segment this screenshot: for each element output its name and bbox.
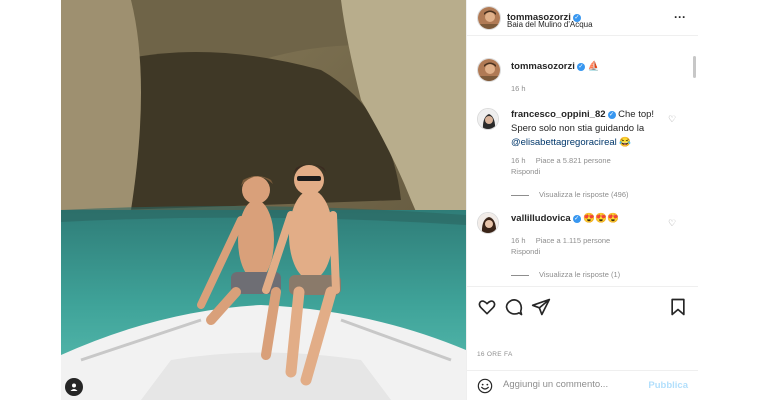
comment-like-icon[interactable]: ♡ [668, 114, 676, 125]
view-replies-button[interactable]: Visualizza le risposte (496) [511, 190, 629, 199]
add-comment-bar: Pubblica [467, 370, 698, 400]
photo-illustration [61, 0, 466, 400]
comment-likes[interactable]: Piace a 1.115 persone [536, 236, 611, 245]
action-bar [467, 286, 698, 326]
heart-icon[interactable] [477, 297, 497, 317]
publish-button[interactable]: Pubblica [648, 380, 688, 391]
view-replies-label: Visualizza le risposte (1) [539, 270, 621, 279]
author-avatar[interactable] [477, 6, 501, 30]
comment-avatar[interactable] [477, 212, 499, 234]
comment-time: 16 h [511, 236, 526, 245]
user-tag-icon[interactable] [65, 378, 83, 396]
caption-row: tommasozorzi ✓ ⛵ [511, 60, 661, 74]
post-location[interactable]: Baia del Mulino d'Acqua [507, 20, 593, 29]
comment-input[interactable] [503, 379, 643, 390]
view-replies-button[interactable]: Visualizza le risposte (1) [511, 270, 620, 279]
share-icon[interactable] [531, 297, 551, 317]
comment-reply-row: Rispondi [511, 247, 548, 256]
comment-meta: 16 h Piace a 5.821 persone [511, 156, 619, 165]
comment-likes[interactable]: Piace a 5.821 persone [536, 156, 611, 165]
comment-username[interactable]: vallilludovica [511, 213, 571, 224]
comment-meta: 16 h Piace a 1.115 persone [511, 236, 618, 245]
post-timestamp: 16 ORE FA [477, 351, 513, 358]
verified-badge-icon: ✓ [607, 111, 616, 119]
view-replies-label: Visualizza le risposte (496) [539, 190, 629, 199]
post-photo[interactable] [61, 0, 466, 400]
comment-text-end: 😂 [616, 137, 632, 148]
post-sidebar: tommasozorzi ✓ Baia del Mulino d'Acqua ··… [466, 0, 698, 400]
reply-button[interactable]: Rispondi [511, 167, 540, 176]
caption-username[interactable]: tommasozorzi [511, 61, 575, 72]
comments-list: tommasozorzi ✓ ⛵ 16 h francesco_oppini_82… [467, 36, 698, 286]
replies-divider [511, 274, 529, 276]
more-horizontal-icon[interactable]: ··· [674, 10, 686, 24]
verified-badge-icon: ✓ [572, 215, 581, 223]
comment-body: vallilludovica ✓ 😍😍😍 [511, 212, 661, 226]
instagram-post: tommasozorzi ✓ Baia del Mulino d'Acqua ··… [61, 0, 698, 400]
caption-meta: 16 h [511, 84, 534, 93]
caption-author-avatar[interactable] [477, 58, 501, 82]
comment-avatar[interactable] [477, 108, 499, 130]
reply-button[interactable]: Rispondi [511, 247, 540, 256]
bookmark-icon[interactable] [668, 297, 688, 317]
emoji-icon[interactable] [477, 378, 493, 394]
replies-divider [511, 194, 529, 196]
comments-scrollbar[interactable] [693, 56, 696, 78]
comment-username[interactable]: francesco_oppini_82 [511, 109, 606, 120]
caption-time: 16 h [511, 84, 526, 93]
caption-text: ⛵ [587, 61, 600, 72]
comment-body: francesco_oppini_82 ✓ Che top! Spero solo… [511, 108, 661, 150]
verified-badge-icon: ✓ [576, 63, 585, 71]
comment-time: 16 h [511, 156, 526, 165]
post-header: tommasozorzi ✓ Baia del Mulino d'Acqua ··… [467, 0, 698, 36]
comment-icon[interactable] [504, 297, 524, 317]
comment-text: 😍😍😍 [583, 213, 619, 224]
comment-mention[interactable]: @elisabettagregoracireal [511, 137, 617, 148]
comment-reply-row: Rispondi [511, 167, 548, 176]
comment-like-icon[interactable]: ♡ [668, 218, 676, 229]
